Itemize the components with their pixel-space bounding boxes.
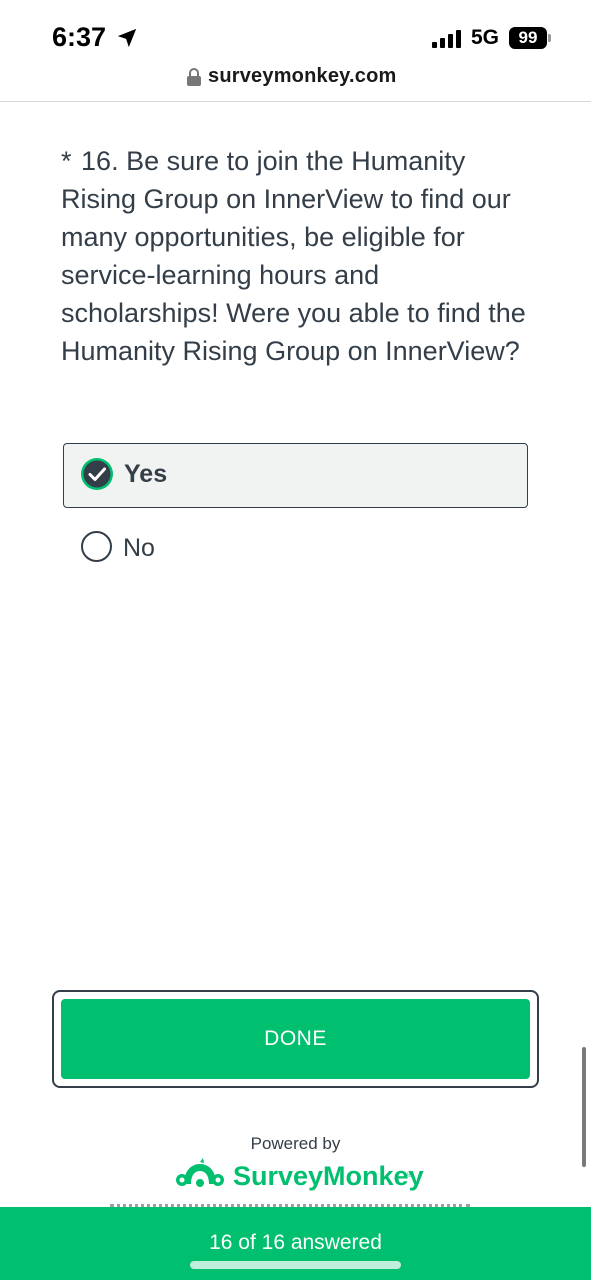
powered-by-text: Powered by [250, 1134, 341, 1153]
network-type: 5G [471, 26, 500, 49]
progress-bar: 16 of 16 answered [0, 1207, 591, 1280]
surveymonkey-logo-icon [176, 1158, 224, 1187]
battery-icon: 99 [509, 27, 551, 49]
required-marker: * [61, 146, 72, 176]
surveymonkey-wordmark: SurveyMonkey [233, 1161, 424, 1191]
home-indicator[interactable] [190, 1261, 401, 1269]
battery-tip [548, 34, 551, 42]
option-no[interactable]: No [63, 520, 528, 575]
option-yes[interactable]: Yes [63, 443, 528, 508]
option-no-label: No [123, 534, 155, 562]
done-button[interactable]: DONE [61, 999, 530, 1079]
address-bar[interactable]: surveymonkey.com [0, 60, 591, 102]
radio-empty-icon [81, 531, 112, 562]
battery-level: 99 [509, 27, 547, 49]
done-button-focus-ring: DONE [52, 990, 539, 1088]
checked-circle-icon [81, 458, 113, 490]
status-time: 6:37 [52, 22, 107, 52]
progress-text: 16 of 16 answered [209, 1231, 382, 1254]
location-arrow-icon [117, 28, 137, 48]
option-yes-label: Yes [124, 460, 168, 488]
question-body: 16. Be sure to join the Humanity Rising … [61, 146, 526, 366]
surveymonkey-logo[interactable]: SurveyMonkey ® [176, 1158, 424, 1194]
signal-bars-icon [432, 30, 461, 48]
trademark-symbol: ® [407, 1170, 413, 1179]
url-text[interactable]: surveymonkey.com [208, 65, 396, 88]
question-text: * 16. Be sure to join the Humanity Risin… [61, 142, 541, 370]
lock-icon [187, 68, 201, 86]
status-bar: 6:37 5G 99 [0, 0, 591, 60]
